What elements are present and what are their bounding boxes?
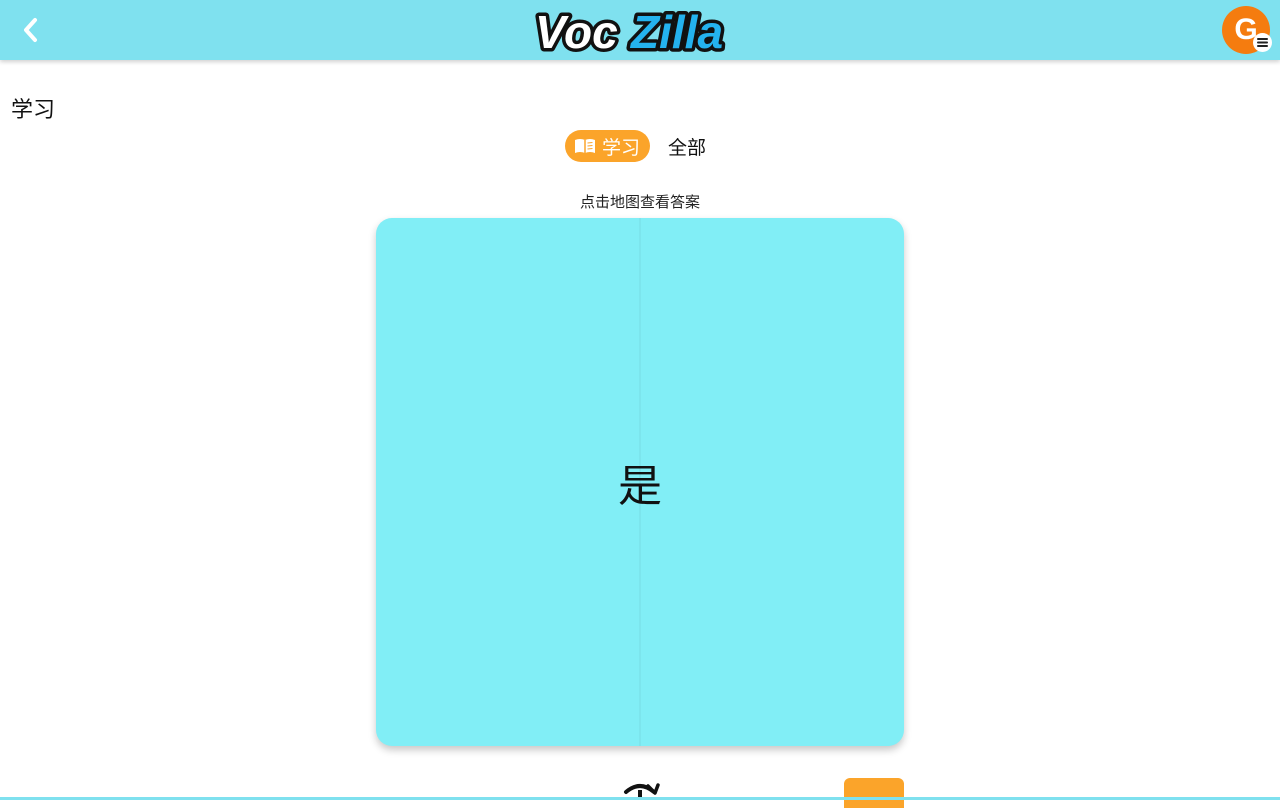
card-word: 是 [618,461,662,512]
logo-zilla: Zilla [629,6,723,56]
mode-tabs: 学习 全部 [565,130,706,162]
next-card-button[interactable] [844,778,904,808]
logo-voc: Voc [535,6,618,56]
back-button[interactable] [12,12,48,48]
chevron-left-icon [24,18,37,42]
tab-all[interactable]: 全部 [668,133,706,160]
menu-icon [1253,33,1272,52]
tap-hint: 点击地图查看答案 [579,193,700,211]
user-avatar[interactable]: G [1222,6,1272,54]
top-bar: Voc Zilla G [0,0,1280,60]
page-title: 学习 [11,98,56,123]
tab-study-label: 学习 [602,136,641,159]
flashcard[interactable]: 是 [376,218,904,746]
voczilla-logo: Voc Zilla [533,6,727,56]
tab-study[interactable]: 学习 [565,130,651,162]
book-icon [575,139,595,153]
